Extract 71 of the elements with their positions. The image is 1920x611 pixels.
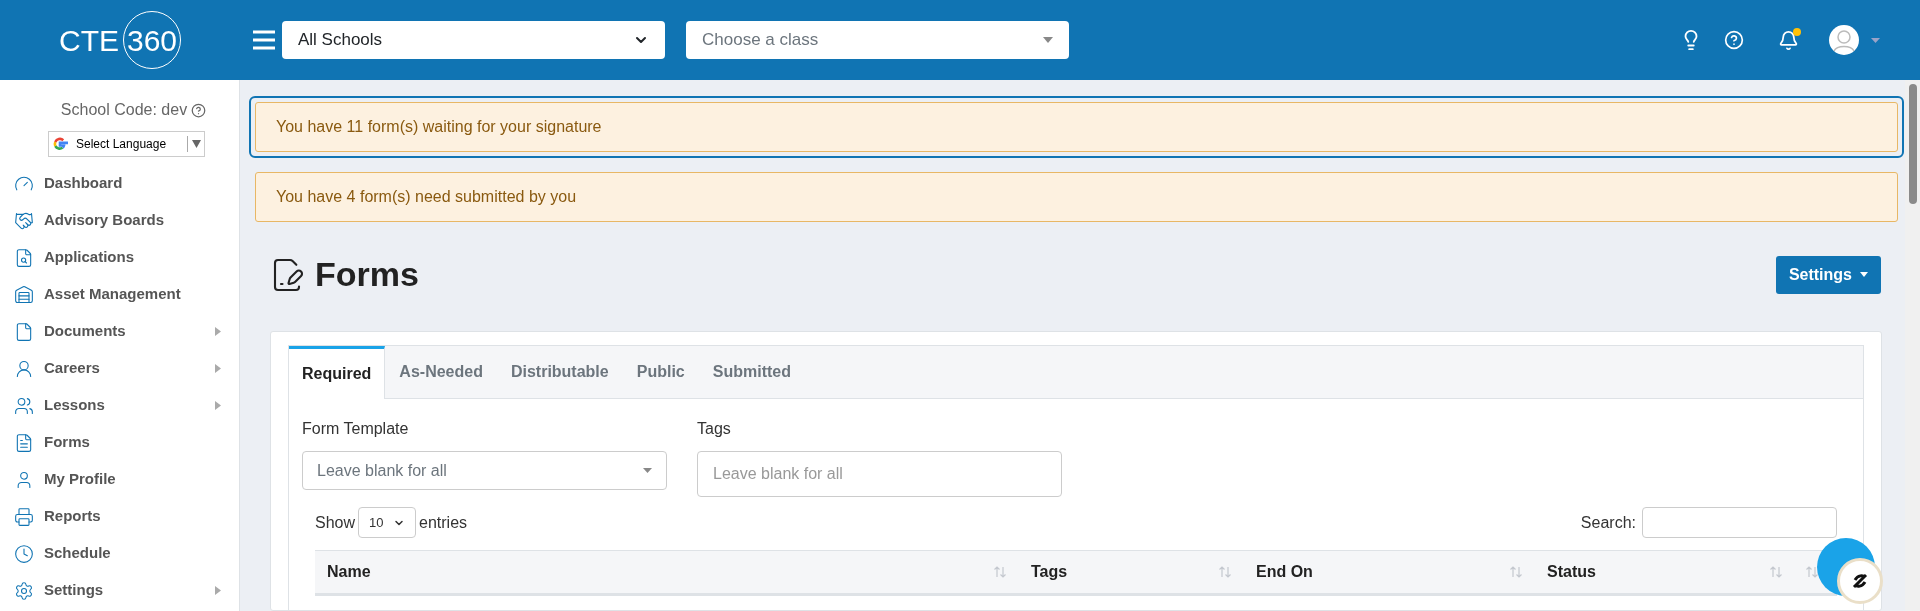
language-select[interactable]: Select Language <box>48 131 205 157</box>
sidebar-item[interactable]: Documents <box>0 313 239 350</box>
group-icon <box>14 395 34 416</box>
tab[interactable]: Public <box>622 346 699 398</box>
tab[interactable]: As-Needed <box>385 346 497 398</box>
menu-icon[interactable] <box>252 30 276 50</box>
help-icon[interactable] <box>191 102 207 118</box>
google-icon <box>52 136 68 152</box>
chevron-right-icon <box>215 364 221 373</box>
search-field[interactable] <box>1642 507 1837 538</box>
avatar-icon <box>1829 25 1859 55</box>
gears-icon <box>14 580 34 601</box>
form-template-select[interactable]: Leave blank for all <box>302 451 667 490</box>
tab[interactable]: Submitted <box>698 346 805 398</box>
sidebar-item[interactable]: Lessons <box>0 387 239 424</box>
field-label: Tags <box>697 419 732 439</box>
search-label: Search: <box>1580 512 1636 533</box>
chevron-right-icon <box>215 586 221 595</box>
sidebar-item[interactable]: Careers <box>0 350 239 387</box>
entries-label: entries <box>419 512 468 533</box>
chevron-right-icon <box>215 327 221 336</box>
caret-icon <box>1871 37 1880 43</box>
sort-icon <box>1805 565 1819 579</box>
clock-icon <box>14 543 34 564</box>
user-menu[interactable] <box>1829 25 1880 55</box>
caret-icon <box>1860 272 1868 277</box>
chat-widget[interactable] <box>1817 538 1883 604</box>
caret-icon <box>192 140 201 148</box>
caret-icon <box>643 468 652 473</box>
page-size-select[interactable]: 10 <box>358 507 417 538</box>
document-icon <box>14 321 34 342</box>
column-header[interactable]: End On <box>1244 551 1535 593</box>
form-icon <box>14 432 34 453</box>
sidebar-item[interactable]: Advisory Boards <box>0 202 239 239</box>
sidebar-item[interactable]: Settings <box>0 572 239 609</box>
tags-field[interactable]: Leave blank for all <box>697 451 1062 497</box>
chevron-right-icon <box>215 401 221 410</box>
person-icon <box>14 358 34 379</box>
sort-icon <box>993 565 1007 579</box>
show-label: Show <box>315 512 356 533</box>
sidebar-item[interactable]: Applications <box>0 239 239 276</box>
sidebar-item[interactable]: Dashboard <box>0 165 239 202</box>
page-title: Forms <box>315 254 419 295</box>
caret-icon <box>1043 37 1053 43</box>
sidebar-item[interactable]: Forms <box>0 424 239 461</box>
alert-message: You have 4 form(s) need submitted by you <box>255 172 1898 222</box>
field-label: Form Template <box>302 419 410 439</box>
printer-icon <box>14 506 34 527</box>
chat-logo-icon <box>1850 571 1870 591</box>
sidebar-item[interactable]: My Profile <box>0 461 239 498</box>
settings-button[interactable]: Settings <box>1775 255 1881 294</box>
sidebar-item[interactable]: Reports <box>0 498 239 535</box>
class-select[interactable]: Choose a class <box>686 21 1069 59</box>
sort-icon <box>1509 565 1523 579</box>
column-header[interactable]: Status <box>1535 551 1795 593</box>
column-header[interactable]: Tags <box>1019 551 1244 593</box>
file-search-icon <box>14 247 34 268</box>
sort-icon <box>1769 565 1783 579</box>
school-code: School Code: dev <box>60 100 188 120</box>
notification-button[interactable] <box>1778 29 1799 51</box>
tab[interactable]: Required <box>289 346 386 399</box>
sort-icon <box>1218 565 1232 579</box>
column-header[interactable]: Name <box>315 551 1019 593</box>
bell-icon <box>1778 29 1799 51</box>
sidebar-item[interactable]: Asset Management <box>0 276 239 313</box>
alert-message: You have 11 form(s) waiting for your signature <box>249 96 1904 158</box>
school-select[interactable]: All Schools <box>282 21 665 59</box>
logo[interactable]: CTE 360 <box>59 11 181 69</box>
handshake-icon <box>14 210 34 231</box>
tab[interactable]: Distributable <box>496 346 623 398</box>
sidebar-item[interactable]: Schedule <box>0 535 239 572</box>
